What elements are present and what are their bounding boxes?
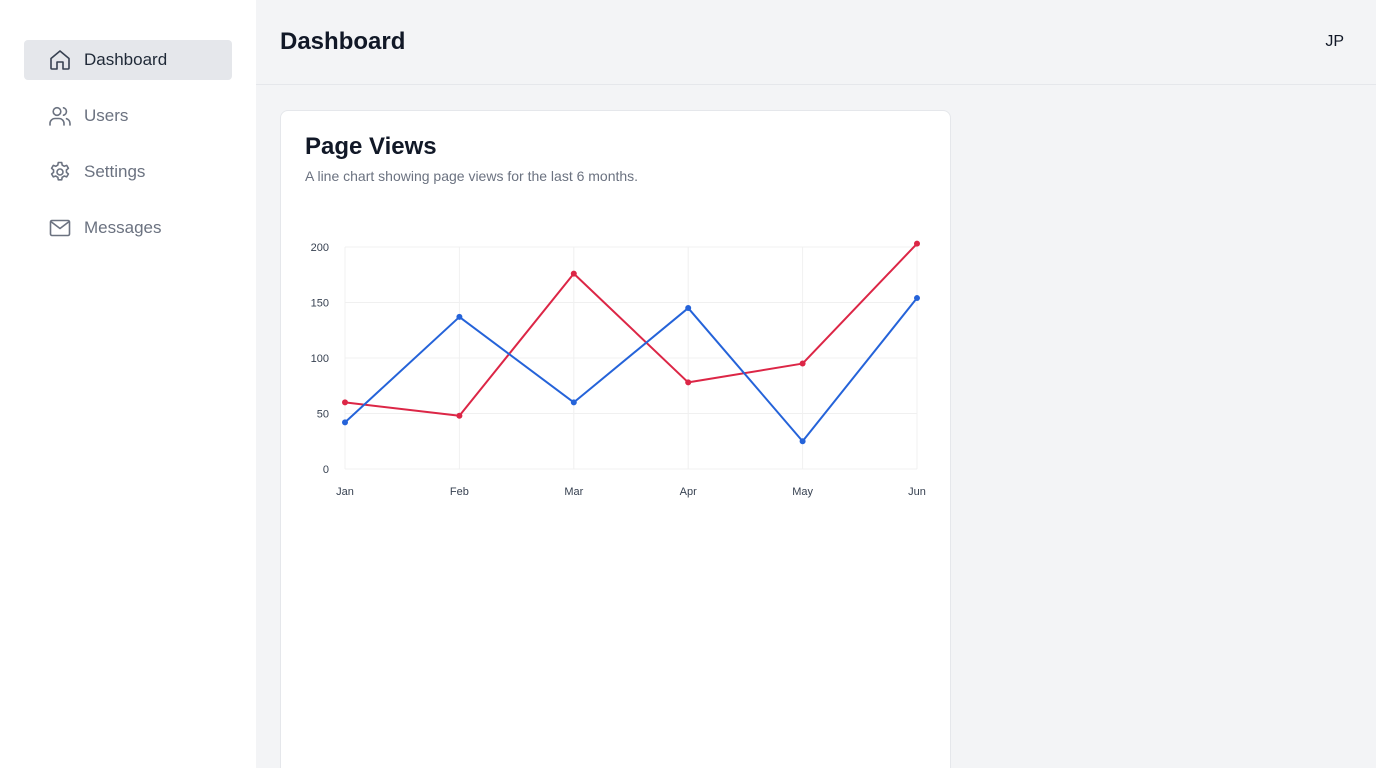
data-point: [685, 379, 692, 386]
data-point: [914, 240, 920, 247]
sidebar: Dashboard Users Settings Messages: [0, 0, 256, 768]
page-views-line-chart: 0 50 100 150 200 Jan Feb Mar Apr May Jun: [311, 240, 926, 498]
gear-icon: [48, 160, 72, 184]
users-icon: [48, 104, 72, 128]
series-line-1: [344, 297, 918, 443]
data-point: [799, 360, 806, 367]
avatar[interactable]: JP: [1325, 33, 1344, 51]
series-line-0: [344, 242, 918, 417]
x-tick-label: Jun: [908, 486, 926, 498]
sidebar-item-label: Messages: [84, 218, 162, 237]
app: Dashboard Users Settings Messages Dashbo…: [0, 0, 1376, 768]
sidebar-item-label: Users: [84, 106, 129, 125]
page-views-card: Page Views A line chart showing page vie…: [280, 110, 951, 768]
sidebar-item-label: Dashboard: [84, 50, 168, 69]
data-point: [570, 399, 577, 406]
x-tick-label: Mar: [564, 486, 583, 498]
page-title: Dashboard: [280, 28, 406, 55]
data-point: [685, 305, 692, 312]
data-point: [570, 270, 577, 277]
top-header: Dashboard JP: [256, 0, 1376, 85]
y-tick-label: 150: [311, 298, 329, 310]
data-point: [456, 412, 463, 419]
data-point: [914, 295, 920, 302]
sidebar-item-settings[interactable]: Settings: [24, 152, 232, 192]
x-tick-label: Apr: [680, 486, 697, 498]
sidebar-item-users[interactable]: Users: [24, 96, 232, 136]
x-tick-label: Feb: [450, 486, 469, 498]
y-tick-label: 200: [311, 242, 329, 254]
x-tick-label: May: [792, 486, 813, 498]
x-tick-label: Jan: [336, 486, 354, 498]
y-tick-label: 0: [323, 464, 329, 476]
data-point: [799, 438, 806, 445]
y-tick-label: 50: [317, 409, 329, 421]
mail-icon: [48, 216, 72, 240]
y-tick-label: 100: [311, 353, 329, 365]
sidebar-item-label: Settings: [84, 162, 146, 181]
sidebar-item-dashboard[interactable]: Dashboard: [24, 40, 232, 80]
data-point: [456, 313, 463, 320]
data-point: [342, 419, 348, 426]
home-icon: [48, 48, 72, 72]
sidebar-item-messages[interactable]: Messages: [24, 208, 232, 248]
data-point: [342, 399, 348, 406]
